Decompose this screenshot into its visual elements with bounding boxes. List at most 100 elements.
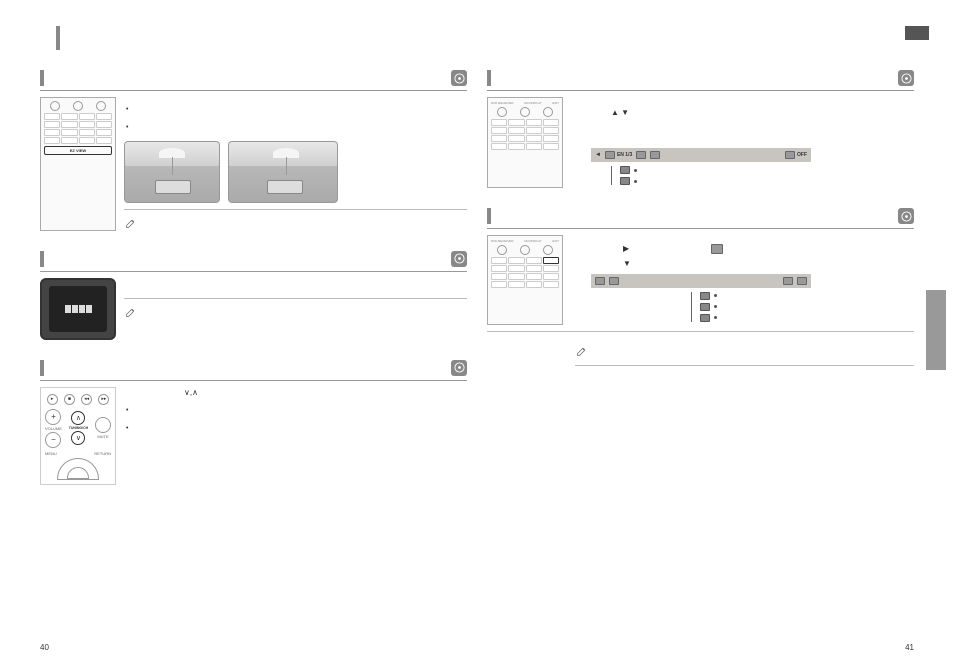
remote-button	[508, 135, 524, 142]
note-block: . . .	[124, 305, 467, 319]
info-segment	[636, 151, 646, 159]
bullet-item	[126, 123, 467, 133]
section-accent-bar	[40, 70, 44, 86]
section-body: . . .	[124, 278, 467, 340]
pencil-note-icon	[124, 216, 138, 230]
remote-button	[491, 281, 507, 288]
remote-button-icon	[96, 101, 106, 111]
arrow-symbols-label: ▲ ▼	[611, 107, 914, 118]
remote-button	[508, 281, 524, 288]
remote-button	[61, 121, 77, 128]
remote-button	[491, 119, 507, 126]
remote-top-label: AM DISPLAY	[524, 101, 542, 105]
info-label: EN 1/3	[617, 152, 632, 159]
remote-button	[508, 257, 524, 264]
section-header: .	[487, 70, 914, 91]
remote-button-icon	[497, 245, 507, 255]
remote-button	[61, 113, 77, 120]
remote-button	[44, 129, 60, 136]
remote-button	[491, 127, 507, 134]
bullet-item	[126, 105, 467, 115]
bullet-item	[126, 406, 467, 416]
remote-button-icon	[497, 107, 507, 117]
remote-ezview-button: EZ VIEW	[44, 146, 112, 155]
disc-type-icon	[451, 360, 467, 376]
section-audio-lang: . DVD RECEIVER AM DISPLAY EXIT	[487, 70, 914, 188]
pencil-note-icon	[124, 305, 138, 319]
info-segment	[650, 151, 660, 159]
remote-diagram-circular: ▸ ■ ◂◂ ▸▸ + VOLUME − ∧ TUNING/CH	[40, 387, 116, 485]
section-subtitle-lang: . DVD RECEIVER AM DISPLAY EXIT	[487, 208, 914, 365]
chevron-down-icon: ∨	[71, 431, 85, 445]
remote-button	[79, 129, 95, 136]
tv-screen-diagram	[40, 278, 116, 340]
segment-icon	[609, 277, 619, 285]
remote-button	[508, 265, 524, 272]
chevron-up-icon: ∧	[71, 411, 85, 425]
page-number-left: 40	[40, 643, 49, 652]
disc-type-icon	[451, 70, 467, 86]
remote-button	[526, 281, 542, 288]
osd-info-bar: ◄ EN 1/3 OFF	[591, 148, 811, 162]
section-title: .	[50, 363, 451, 373]
subtitle-icon	[711, 244, 723, 254]
osd-info-bar	[591, 274, 811, 288]
sub-option-list	[611, 166, 914, 185]
section-header: .	[40, 70, 467, 91]
divider	[487, 331, 914, 332]
remote-stop-icon: ■	[64, 394, 75, 405]
down-arrow-icon: ▼	[623, 259, 631, 268]
mute-icon	[95, 417, 111, 433]
section-accent-bar	[487, 70, 491, 86]
side-thumb-tab	[926, 290, 946, 370]
sub-option-item	[700, 314, 914, 322]
remote-button	[526, 135, 542, 142]
sub-option-item	[620, 166, 914, 174]
remote-button	[491, 135, 507, 142]
tuning-control: ∧ TUNING/CH ∨	[69, 411, 88, 445]
remote-top-label: EXIT	[552, 239, 559, 243]
remote-button-icon	[520, 245, 530, 255]
divider	[575, 365, 914, 366]
remote-button	[526, 265, 542, 272]
note-block: . . .. . .	[124, 209, 467, 231]
example-image-16-9	[228, 141, 338, 203]
remote-button	[96, 137, 112, 144]
remote-button-highlighted	[543, 257, 559, 264]
remote-diagram: DVD RECEIVER AM DISPLAY EXIT	[487, 97, 563, 188]
example-image-4-3	[124, 141, 220, 203]
remote-button	[543, 119, 559, 126]
info-segment: EN 1/3	[605, 151, 632, 159]
tv-bar-icon	[65, 305, 71, 313]
divider	[124, 298, 467, 299]
remote-button	[543, 127, 559, 134]
content-row: DVD RECEIVER AM DISPLAY EXIT	[487, 235, 914, 324]
pencil-note-icon	[575, 344, 589, 358]
info-segment: OFF	[785, 151, 807, 159]
remote-button	[96, 121, 112, 128]
remote-button	[526, 119, 542, 126]
tv-bar-icon	[86, 305, 92, 313]
remote-button	[491, 257, 507, 264]
remote-button	[44, 121, 60, 128]
plus-icon: +	[45, 409, 61, 425]
remote-button	[508, 143, 524, 150]
section-title: .	[497, 73, 898, 83]
remote-play-icon: ▸	[47, 394, 58, 405]
section-body: ▲ ▼ ◄ EN 1/3	[571, 97, 914, 188]
remote-button	[61, 137, 77, 144]
remote-button	[96, 113, 112, 120]
remote-diagram: EZ VIEW	[40, 97, 116, 231]
remote-button	[44, 137, 60, 144]
option-icon	[700, 314, 710, 322]
sub-option-item	[620, 177, 914, 185]
remote-button	[543, 273, 559, 280]
tuning-label: TUNING/CH	[69, 426, 88, 430]
remote-next-icon: ▸▸	[98, 394, 109, 405]
sub-option-list	[691, 292, 914, 322]
segment-icon	[650, 151, 660, 159]
remote-button	[79, 121, 95, 128]
sub-option-item	[700, 303, 914, 311]
play-arrow-icon: ▶	[623, 243, 629, 254]
section-body: ∨,∧	[124, 387, 467, 485]
